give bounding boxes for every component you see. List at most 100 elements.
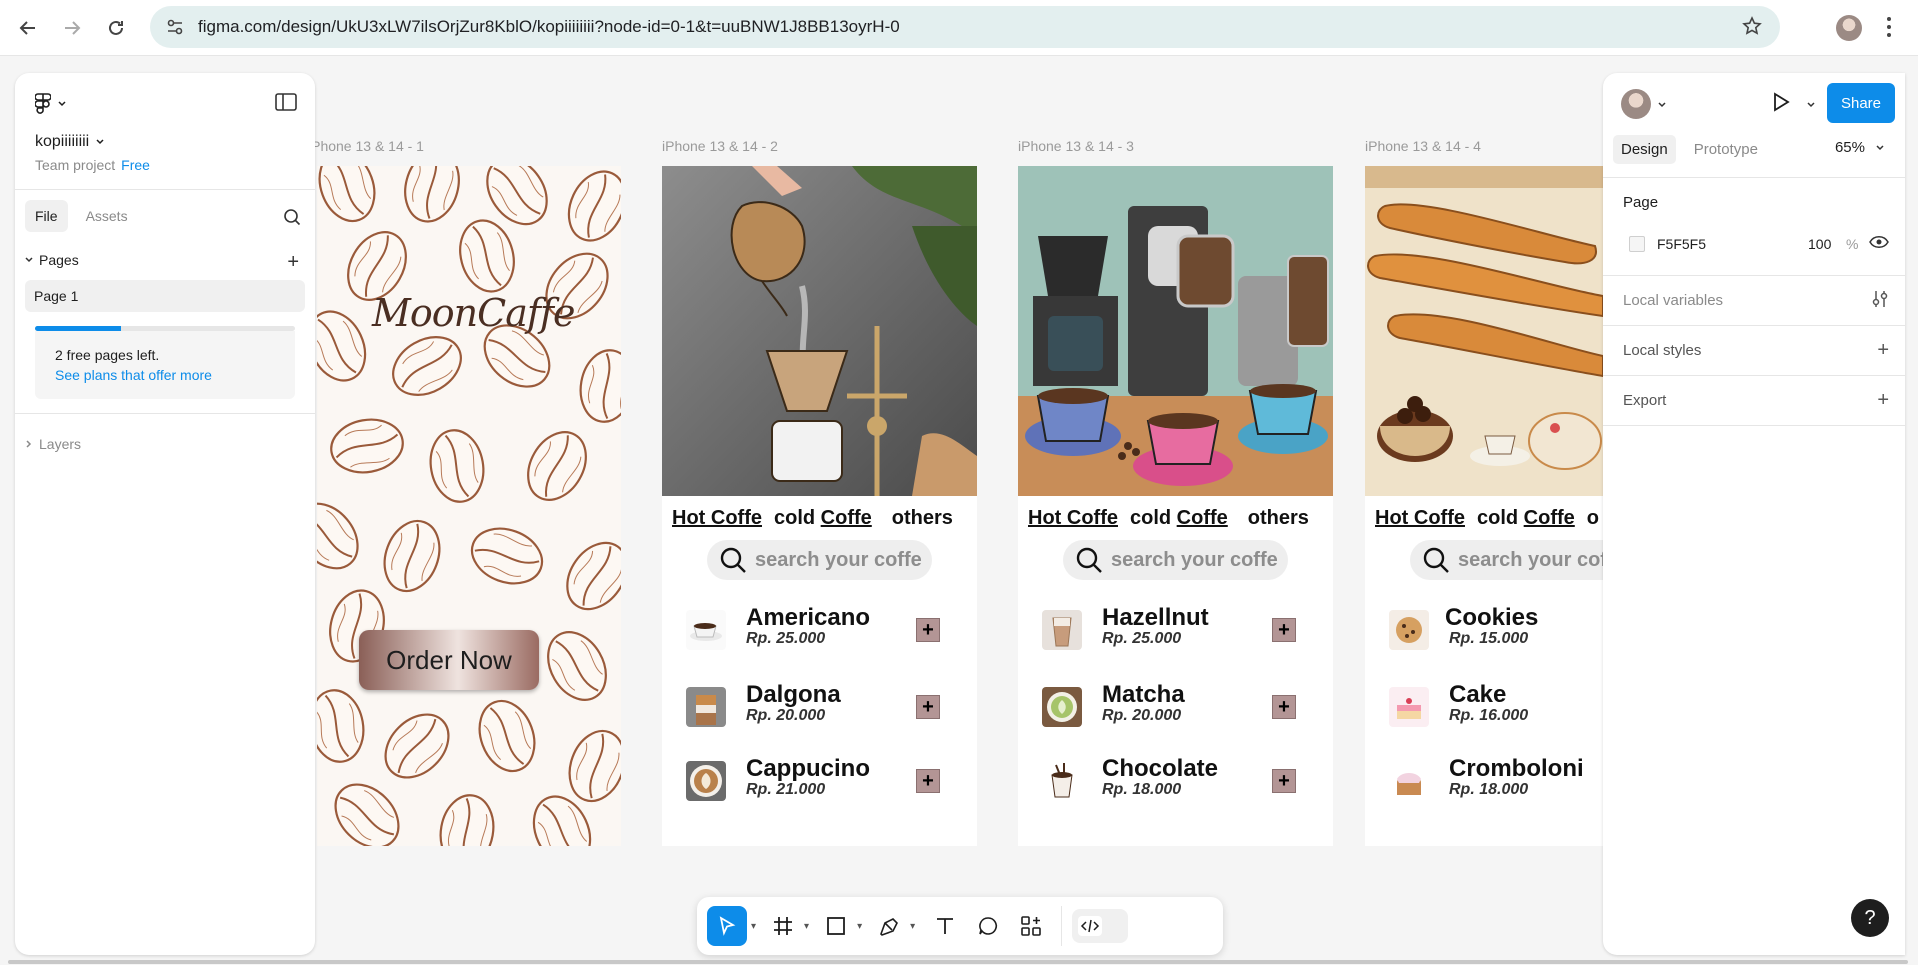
address-bar[interactable]: figma.com/design/UkU3xLW7ilsOrjZur8KblO/… (150, 6, 1780, 48)
pages-heading: Pages (39, 252, 79, 268)
chevron-down-icon (96, 139, 104, 145)
local-variables-section[interactable]: Local variables (1603, 276, 1905, 325)
coffee-machines-image (1018, 166, 1333, 496)
tab-prototype[interactable]: Prototype (1686, 135, 1766, 164)
shape-tool-button[interactable] (819, 906, 853, 946)
plan-badge[interactable]: Free (121, 157, 150, 173)
item-price: Rp. 25.000 (1102, 630, 1182, 647)
text-tool-button[interactable] (925, 906, 965, 946)
chevron-down-icon[interactable] (1657, 101, 1667, 109)
actions-tool-button[interactable] (1011, 906, 1051, 946)
dalgona-thumbnail (686, 687, 726, 727)
browser-profile-avatar[interactable] (1836, 15, 1862, 41)
page-item-1[interactable]: Page 1 (25, 280, 305, 312)
help-button[interactable]: ? (1851, 899, 1889, 937)
chevron-down-icon[interactable]: ▾ (857, 921, 862, 932)
tab-cold-coffe[interactable]: cold Coffe (774, 507, 872, 530)
search-input[interactable]: search your cof (1410, 540, 1603, 580)
add-page-button[interactable]: + (287, 251, 299, 274)
main-menu-button[interactable] (35, 91, 295, 117)
add-to-cart-button[interactable]: + (1272, 618, 1296, 642)
tab-others[interactable]: others (892, 507, 953, 530)
frame-others[interactable]: Hot Coffe cold Coffe o search your cof C… (1365, 166, 1603, 846)
tab-others[interactable]: o (1587, 507, 1599, 530)
tab-file[interactable]: File (25, 200, 68, 232)
tab-hot-coffe[interactable]: Hot Coffe (672, 507, 762, 530)
layers-section-header[interactable]: Layers (15, 436, 315, 452)
url-text[interactable]: figma.com/design/UkU3xLW7ilsOrjZur8KblO/… (198, 17, 900, 37)
tab-assets[interactable]: Assets (76, 200, 138, 232)
user-avatar[interactable] (1621, 89, 1651, 119)
present-play-icon[interactable] (1771, 91, 1791, 113)
tab-hot-coffe[interactable]: Hot Coffe (1375, 507, 1465, 530)
bookmark-star-icon[interactable] (1742, 16, 1762, 36)
menu-item: Matcha Rp. 20.000 + (1042, 679, 1302, 739)
forward-button[interactable] (52, 8, 92, 48)
add-to-cart-button[interactable]: + (1272, 769, 1296, 793)
see-plans-link[interactable]: See plans that offer more (55, 367, 275, 383)
reload-button[interactable] (96, 8, 136, 48)
tab-design[interactable]: Design (1613, 134, 1676, 164)
frame-label-2[interactable]: iPhone 13 & 14 - 2 (662, 138, 778, 154)
export-section[interactable]: Export + (1603, 376, 1905, 425)
add-to-cart-button[interactable]: + (916, 695, 940, 719)
item-price: Rp. 20.000 (1102, 707, 1182, 724)
tab-hot-coffe[interactable]: Hot Coffe (1028, 507, 1118, 530)
local-styles-section[interactable]: Local styles + (1603, 326, 1905, 375)
browser-toolbar: figma.com/design/UkU3xLW7ilsOrjZur8KblO/… (0, 0, 1918, 56)
add-to-cart-button[interactable]: + (916, 769, 940, 793)
page-color-hex[interactable]: F5F5F5 (1657, 236, 1706, 252)
search-input[interactable]: search your coffe (1063, 540, 1288, 580)
variables-adjust-icon[interactable] (1871, 289, 1889, 309)
chevron-down-icon[interactable]: ▾ (804, 921, 809, 932)
frame-label-3[interactable]: iPhone 13 & 14 - 3 (1018, 138, 1134, 154)
figma-logo-icon (35, 93, 51, 114)
sidebar-toggle-icon[interactable] (275, 93, 297, 111)
search-input[interactable]: search your coffe (707, 540, 932, 580)
item-price: Rp. 16.000 (1449, 707, 1529, 724)
item-name: Dalgona (746, 681, 841, 708)
add-style-icon[interactable]: + (1877, 339, 1889, 362)
app-title: MoonCaffe (372, 291, 575, 335)
add-to-cart-button[interactable]: + (916, 618, 940, 642)
page-opacity[interactable]: 100 (1808, 236, 1831, 252)
frame-hot-drinks[interactable]: Hot Coffe cold Coffe others search your … (1018, 166, 1333, 846)
chevron-down-icon[interactable]: ▾ (751, 921, 756, 932)
add-to-cart-button[interactable]: + (1272, 695, 1296, 719)
category-tabs: Hot Coffe cold Coffe others (1018, 498, 1333, 538)
add-export-icon[interactable]: + (1877, 389, 1889, 412)
chevron-down-icon (1876, 144, 1884, 150)
item-name: Americano (746, 604, 871, 631)
visibility-eye-icon[interactable] (1869, 235, 1889, 249)
dev-mode-toggle[interactable] (1072, 909, 1129, 943)
frame-splash[interactable]: MoonCaffe Order Now (317, 166, 621, 846)
page-color-field[interactable]: F5F5F5 100 % (1623, 227, 1889, 261)
comment-tool-button[interactable] (965, 906, 1011, 946)
pages-section-header[interactable]: Pages + (15, 242, 315, 278)
tab-others[interactable]: others (1248, 507, 1309, 530)
pen-tool-button[interactable] (872, 906, 906, 946)
frame-label-4[interactable]: iPhone 13 & 14 - 4 (1365, 138, 1481, 154)
tab-cold-coffe[interactable]: cold Coffe (1130, 507, 1228, 530)
share-button[interactable]: Share (1827, 83, 1895, 123)
item-price: Rp. 21.000 (746, 781, 826, 798)
progress-fill (35, 326, 121, 331)
order-now-button[interactable]: Order Now (359, 630, 539, 690)
back-button[interactable] (8, 8, 48, 48)
frame-hot-coffee[interactable]: Hot Coffe cold Coffe others search your … (662, 166, 977, 846)
project-name-button[interactable]: kopiiiiiiii (35, 133, 295, 151)
zoom-dropdown[interactable]: 65% (1835, 139, 1885, 156)
move-tool-button[interactable] (707, 906, 747, 946)
search-icon[interactable] (283, 208, 301, 226)
menu-item: Cappucino Rp. 21.000 + (686, 753, 946, 813)
color-swatch[interactable] (1629, 236, 1645, 252)
chevron-down-icon[interactable] (1806, 101, 1816, 109)
site-info-icon[interactable] (166, 18, 184, 36)
browser-menu-icon[interactable] (1886, 16, 1892, 38)
horizontal-scrollbar[interactable] (8, 960, 1908, 964)
tab-cold-coffe[interactable]: cold Coffe (1477, 507, 1575, 530)
frame-label-1[interactable]: iPhone 13 & 14 - 1 (308, 138, 424, 154)
frame-tool-button[interactable] (766, 906, 800, 946)
search-placeholder: search your cof (1458, 548, 1603, 571)
chevron-down-icon[interactable]: ▾ (910, 921, 915, 932)
